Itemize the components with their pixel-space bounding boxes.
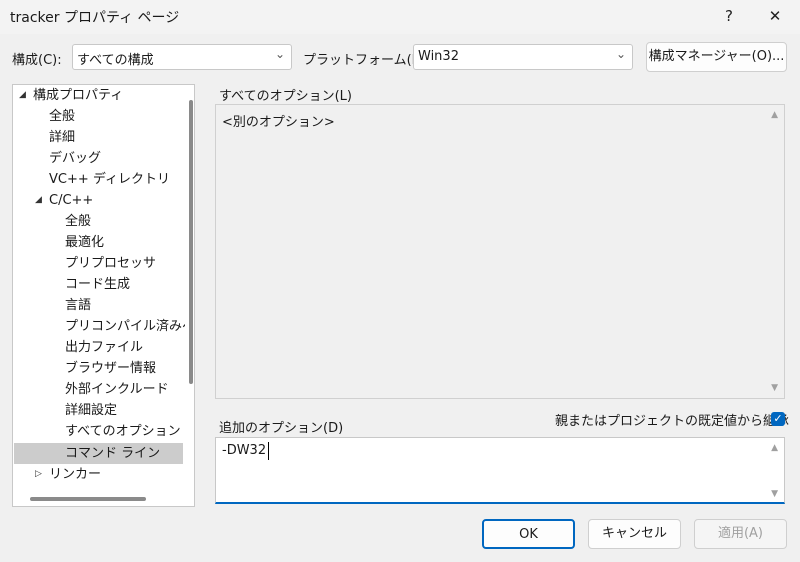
window-title: tracker プロパティ ページ <box>10 10 180 26</box>
all-options-label: すべてのオプション(L) <box>219 89 352 104</box>
expanded-icon[interactable]: ◢ <box>35 190 42 211</box>
tree-item-label: 全般 <box>65 214 92 229</box>
platform-select[interactable]: Win32 ⌄ <box>413 44 633 70</box>
tree-item-command-line[interactable]: コマンド ライン <box>14 443 183 464</box>
tree-item-cpp-general[interactable]: 全般 <box>65 211 91 232</box>
tree-item-preprocessor[interactable]: プリプロセッサ <box>65 253 156 274</box>
tree-item-browse-information[interactable]: ブラウザー情報 <box>65 358 156 379</box>
scroll-down-icon[interactable]: ▼ <box>771 383 778 393</box>
close-button[interactable]: ✕ <box>753 2 797 30</box>
config-manager-button[interactable]: 構成マネージャー(O)... <box>646 42 787 72</box>
expanded-icon[interactable]: ◢ <box>19 85 26 106</box>
help-button[interactable]: ? <box>707 2 751 30</box>
collapsed-icon[interactable]: ▷ <box>35 464 42 485</box>
tree-item-label: C/C++ <box>49 193 94 208</box>
inherit-checkbox[interactable]: ✓ <box>771 412 785 426</box>
tree-item-advanced[interactable]: 詳細 <box>49 127 75 148</box>
scroll-up-icon[interactable]: ▲ <box>771 110 778 120</box>
help-icon: ? <box>725 7 733 25</box>
all-options-box: <別のオプション> ▲ ▼ <box>215 104 785 399</box>
cancel-label: キャンセル <box>601 526 667 541</box>
tree-item-general[interactable]: 全般 <box>49 106 75 127</box>
tree-item-debugging[interactable]: デバッグ <box>49 148 101 169</box>
config-select[interactable]: すべての構成 ⌄ <box>72 44 292 70</box>
tree-item-label: 出力ファイル <box>65 340 144 355</box>
platform-label: プラットフォーム(P): <box>303 53 429 68</box>
config-value: すべての構成 <box>77 53 154 68</box>
tree-item-label: プリコンパイル済みヘッ <box>65 319 185 334</box>
tree-item-label: コマンド ライン <box>65 446 161 461</box>
additional-options-label: 追加のオプション(D) <box>219 421 344 436</box>
tree-item-external-includes[interactable]: 外部インクルード <box>65 379 169 400</box>
ok-button[interactable]: OK <box>482 519 575 549</box>
tree-item-label: 言語 <box>65 298 92 313</box>
additional-options-input[interactable]: -DW32 ▲ ▼ <box>215 437 785 504</box>
tree-item-label: 外部インクルード <box>65 382 169 397</box>
tree-item-label: 構成プロパティ <box>33 88 124 103</box>
tree-item-optimization[interactable]: 最適化 <box>65 232 104 253</box>
text-cursor <box>268 442 269 460</box>
inherit-label: 親またはプロジェクトの既定値から継承 <box>555 414 790 429</box>
tree-item-all-options[interactable]: すべてのオプション <box>65 421 181 442</box>
tree-item-label: コード生成 <box>65 277 131 292</box>
tree-item-output-files[interactable]: 出力ファイル <box>65 337 143 358</box>
apply-button[interactable]: 適用(A) <box>694 519 787 549</box>
additional-options-value: -DW32 <box>222 443 267 458</box>
tree-item-config-properties[interactable]: ◢ 構成プロパティ <box>13 85 183 106</box>
tree-item-code-generation[interactable]: コード生成 <box>65 274 130 295</box>
tree-vertical-scrollbar[interactable] <box>189 100 193 384</box>
scroll-up-icon[interactable]: ▲ <box>771 443 778 453</box>
platform-value: Win32 <box>418 49 459 64</box>
tree-item-language[interactable]: 言語 <box>65 295 91 316</box>
tree-item-label: VC++ ディレクトリ <box>49 172 170 187</box>
tree-item-vc-directories[interactable]: VC++ ディレクトリ <box>49 169 170 190</box>
config-manager-label: 構成マネージャー(O)... <box>648 49 785 64</box>
cancel-button[interactable]: キャンセル <box>588 519 681 549</box>
all-options-text: <別のオプション> <box>222 115 335 130</box>
apply-label: 適用(A) <box>717 526 764 541</box>
tree-item-label: プリプロセッサ <box>65 256 157 271</box>
close-icon: ✕ <box>768 7 782 25</box>
chevron-down-icon: ⌄ <box>274 47 285 61</box>
check-icon: ✓ <box>773 412 783 425</box>
tree-item-label: 最適化 <box>65 235 105 250</box>
property-tree[interactable]: ◢ 構成プロパティ 全般 詳細 デバッグ VC++ ディレクトリ ◢ C/C++… <box>12 84 195 507</box>
chevron-down-icon: ⌄ <box>615 47 626 61</box>
tree-item-label: 詳細 <box>49 130 76 145</box>
tree-item-label: 全般 <box>49 109 76 124</box>
scroll-down-icon[interactable]: ▼ <box>771 489 778 499</box>
tree-item-label: すべてのオプション <box>65 424 181 439</box>
tree-item-label: デバッグ <box>49 151 102 166</box>
tree-item-label: 詳細設定 <box>65 403 118 418</box>
ok-label: OK <box>519 527 538 542</box>
tree-item-advanced-settings[interactable]: 詳細設定 <box>65 400 117 421</box>
config-label: 構成(C): <box>12 53 62 68</box>
tree-item-label: リンカー <box>49 467 102 482</box>
tree-item-linker[interactable]: ▷ リンカー <box>33 464 183 485</box>
tree-horizontal-scrollbar[interactable] <box>30 497 146 501</box>
tree-item-precompiled-headers[interactable]: プリコンパイル済みヘッ <box>65 316 185 337</box>
tree-item-cpp[interactable]: ◢ C/C++ <box>33 190 183 211</box>
tree-item-label: ブラウザー情報 <box>65 361 157 376</box>
